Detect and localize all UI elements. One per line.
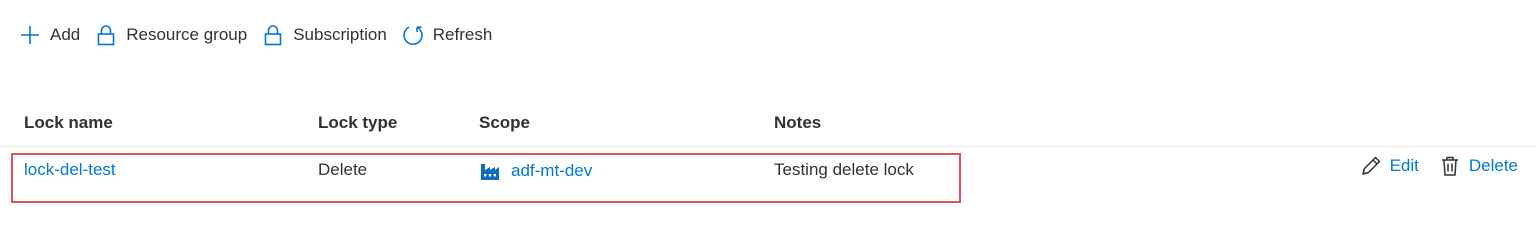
lock-icon — [261, 23, 285, 47]
resource-group-button[interactable]: Resource group — [90, 20, 257, 50]
scope-link[interactable]: adf-mt-dev — [511, 161, 592, 181]
row-actions: Edit Delete — [1340, 155, 1518, 177]
refresh-label: Refresh — [432, 25, 493, 44]
column-header-lock-name[interactable]: Lock name — [24, 113, 113, 133]
plus-icon — [18, 23, 42, 47]
trash-icon — [1439, 155, 1461, 177]
delete-label: Delete — [1468, 156, 1518, 175]
lock-type-value: Delete — [318, 160, 368, 179]
subscription-button[interactable]: Subscription — [257, 20, 397, 50]
subscription-label: Subscription — [293, 25, 387, 44]
column-header-scope[interactable]: Scope — [479, 113, 530, 133]
edit-label: Edit — [1389, 156, 1419, 175]
edit-button[interactable]: Edit — [1360, 155, 1419, 177]
notes-value: Testing delete lock — [774, 160, 914, 179]
add-label: Add — [50, 25, 81, 44]
table-row: lock-del-test Delete adf-mt-dev Testing … — [0, 146, 1536, 195]
refresh-icon — [401, 23, 425, 47]
refresh-button[interactable]: Refresh — [397, 20, 503, 50]
pencil-icon — [1360, 155, 1382, 177]
delete-button[interactable]: Delete — [1439, 155, 1518, 177]
locks-page: Add Resource group Subscription Refresh … — [0, 0, 1536, 210]
resource-group-label: Resource group — [126, 25, 248, 44]
scope-cell: adf-mt-dev — [479, 160, 592, 182]
lock-icon — [94, 23, 118, 47]
add-button[interactable]: Add — [14, 20, 90, 50]
table-header: Lock name Lock type Scope Notes — [0, 100, 1536, 146]
locks-table: Lock name Lock type Scope Notes lock-del… — [0, 100, 1536, 195]
column-header-lock-type[interactable]: Lock type — [318, 113, 397, 133]
column-header-notes[interactable]: Notes — [774, 113, 821, 133]
command-bar: Add Resource group Subscription Refresh — [14, 20, 502, 50]
data-factory-icon — [479, 160, 501, 182]
lock-name-link[interactable]: lock-del-test — [24, 160, 116, 180]
